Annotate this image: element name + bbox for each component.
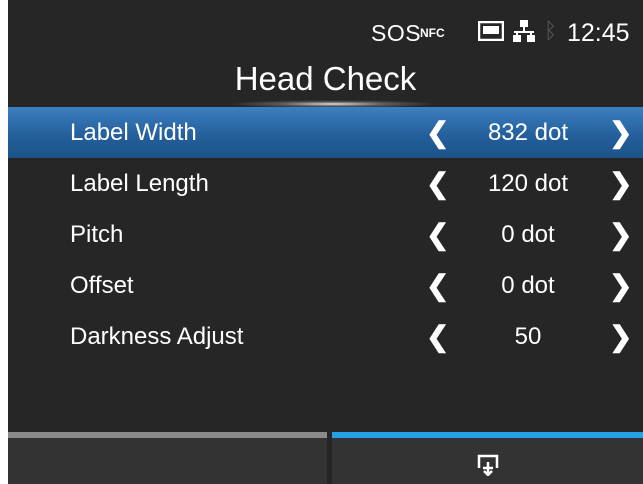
decrease-arrow-icon[interactable]: ❮ xyxy=(426,218,449,251)
list-item-pitch[interactable]: Pitch ❮ 0 dot ❯ xyxy=(8,209,643,260)
settings-list: Label Width ❮ 832 dot ❯ Label Length ❮ 1… xyxy=(8,107,643,362)
item-value: 832 dot xyxy=(487,119,569,146)
item-value: 0 dot xyxy=(501,221,555,248)
item-value: 0 dot xyxy=(501,272,555,299)
decrease-arrow-icon[interactable]: ❮ xyxy=(426,269,449,302)
network-icon xyxy=(513,20,535,42)
sd-card-icon xyxy=(478,21,504,41)
print-preview-icon xyxy=(477,454,499,476)
softkey-bar xyxy=(8,432,643,484)
softkey-left[interactable] xyxy=(8,432,327,484)
item-label: Pitch xyxy=(70,221,124,248)
decrease-arrow-icon[interactable]: ❮ xyxy=(426,167,449,200)
decrease-arrow-icon[interactable]: ❮ xyxy=(426,116,449,149)
softkey-right[interactable] xyxy=(332,432,643,484)
item-value: 50 xyxy=(514,323,542,350)
increase-arrow-icon[interactable]: ❯ xyxy=(609,269,632,302)
item-value: 120 dot xyxy=(487,170,569,197)
increase-arrow-icon[interactable]: ❯ xyxy=(609,218,632,251)
printer-screen: SOS NFC ᛒ 12:45 Head Check Label Width ❮… xyxy=(8,0,643,484)
list-item-darkness-adjust[interactable]: Darkness Adjust ❮ 50 ❯ xyxy=(8,311,643,362)
list-item-label-width[interactable]: Label Width ❮ 832 dot ❯ xyxy=(8,107,643,158)
status-bar: SOS NFC ᛒ 12:45 xyxy=(8,0,643,58)
nfc-icon: NFC xyxy=(420,26,445,40)
increase-arrow-icon[interactable]: ❯ xyxy=(609,320,632,353)
bluetooth-icon: ᛒ xyxy=(544,18,558,43)
increase-arrow-icon[interactable]: ❯ xyxy=(609,116,632,149)
list-item-label-length[interactable]: Label Length ❮ 120 dot ❯ xyxy=(8,158,643,209)
sos-indicator: SOS xyxy=(371,20,422,46)
clock-time: 12:45 xyxy=(567,19,630,47)
item-label: Offset xyxy=(70,272,134,299)
item-label: Label Length xyxy=(70,170,209,197)
item-label: Darkness Adjust xyxy=(70,323,244,350)
increase-arrow-icon[interactable]: ❯ xyxy=(609,167,632,200)
item-label: Label Width xyxy=(70,119,197,146)
list-item-offset[interactable]: Offset ❮ 0 dot ❯ xyxy=(8,260,643,311)
page-title: Head Check xyxy=(234,60,417,97)
decrease-arrow-icon[interactable]: ❮ xyxy=(426,320,449,353)
